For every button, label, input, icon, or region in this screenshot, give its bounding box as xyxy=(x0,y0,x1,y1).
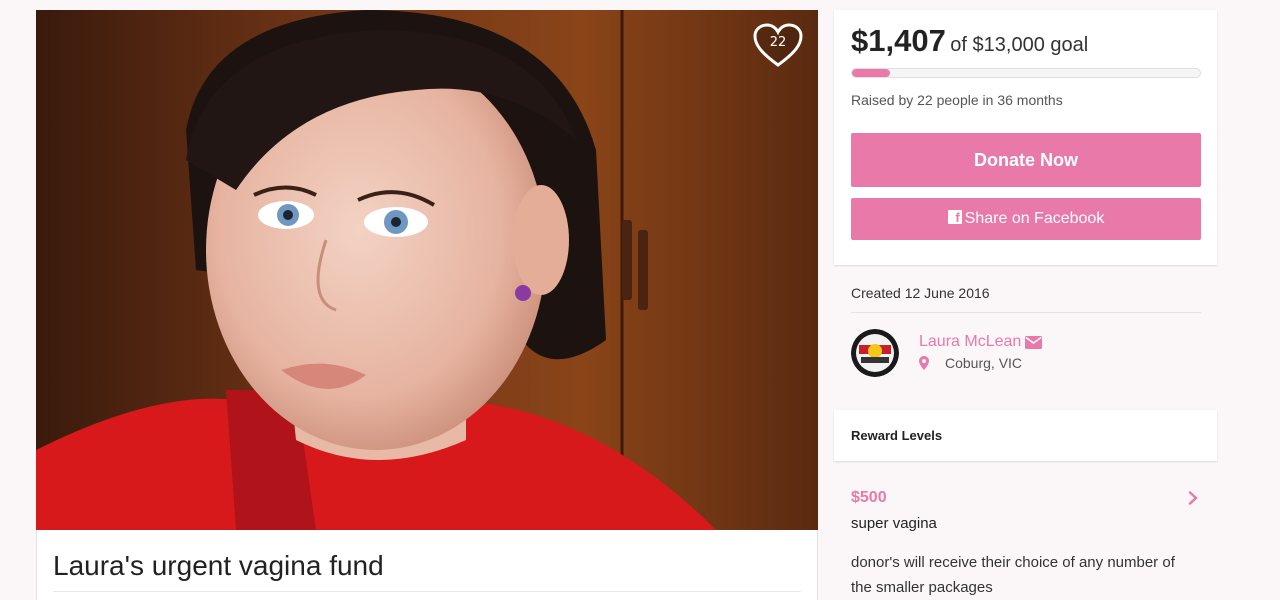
donate-now-button[interactable]: Donate Now xyxy=(851,133,1201,187)
facebook-icon: f xyxy=(947,210,962,224)
share-facebook-button[interactable]: f Share on Facebook xyxy=(851,198,1201,240)
created-date: Created 12 June 2016 xyxy=(851,285,990,301)
reward-item[interactable]: $500 super vagina donor's will receive t… xyxy=(834,470,1217,600)
raised-summary: $1,407 of $13,000 goal xyxy=(851,23,1088,59)
organizer-avatar[interactable] xyxy=(851,329,899,377)
share-facebook-label: Share on Facebook xyxy=(964,210,1105,227)
divider xyxy=(851,312,1201,313)
progress-bar xyxy=(851,68,1201,78)
title-card: Laura's urgent vagina fund xyxy=(36,530,818,600)
like-button[interactable]: 22 xyxy=(752,23,804,69)
raised-by-text: Raised by 22 people in 36 months xyxy=(851,92,1063,108)
raised-amount: $1,407 xyxy=(851,23,946,58)
campaign-photo xyxy=(36,10,818,530)
progress-fill xyxy=(852,69,890,77)
chevron-right-icon[interactable] xyxy=(1188,491,1198,505)
reward-description: donor's will receive their choice of any… xyxy=(851,554,1175,596)
reward-name: super vagina xyxy=(851,515,937,532)
reward-amount: $500 xyxy=(851,489,887,506)
reward-levels-title: Reward Levels xyxy=(851,428,943,443)
likes-count: 22 xyxy=(769,35,787,50)
funding-card: $1,407 of $13,000 goal Raised by 22 peop… xyxy=(834,10,1217,265)
goal-amount: of $13,000 goal xyxy=(950,34,1089,56)
divider xyxy=(53,591,801,592)
envelope-icon[interactable] xyxy=(1025,336,1042,349)
organizer-location: Coburg, VIC xyxy=(945,355,1023,371)
map-pin-icon xyxy=(919,356,929,370)
reward-levels-header: Reward Levels xyxy=(834,410,1217,461)
campaign-title: Laura's urgent vagina fund xyxy=(53,550,384,581)
organizer-name[interactable]: Laura McLean xyxy=(919,333,1021,351)
